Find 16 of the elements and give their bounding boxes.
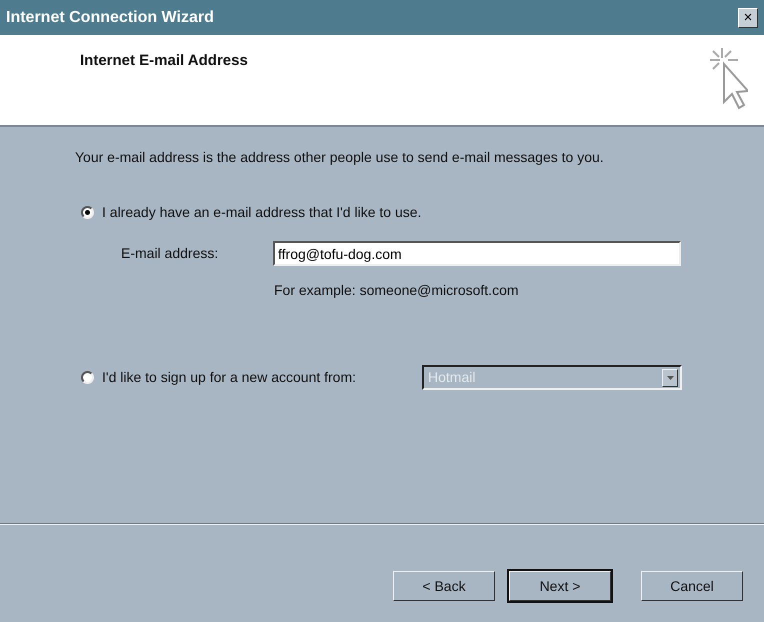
- wizard-button[interactable]: Cancel: [641, 571, 743, 601]
- email-field[interactable]: ffrog@tofu-dog.com: [273, 241, 681, 266]
- option-label[interactable]: I'd like to sign up for a new account from:: [102, 367, 356, 388]
- radio-button[interactable]: [81, 206, 94, 219]
- page-title: Internet E-mail Address: [80, 51, 248, 71]
- field-label: E-mail address:: [121, 244, 220, 263]
- intro-text: Your e-mail address is the address other people use to send e-mail messages to you.: [75, 148, 605, 167]
- cursor-sparkle-icon: [708, 46, 748, 112]
- window-title: Internet Connection Wizard: [6, 8, 214, 28]
- close-button[interactable]: ×: [738, 8, 758, 28]
- radio-button[interactable]: [81, 371, 94, 384]
- wizard-button[interactable]: Next >: [509, 571, 611, 601]
- option-label[interactable]: I already have an e-mail address that I'd like to use.: [102, 202, 422, 223]
- wizard-button[interactable]: < Back: [393, 571, 495, 601]
- caret-icon: [666, 376, 674, 380]
- example-text: For example: someone@microsoft.com: [274, 281, 520, 300]
